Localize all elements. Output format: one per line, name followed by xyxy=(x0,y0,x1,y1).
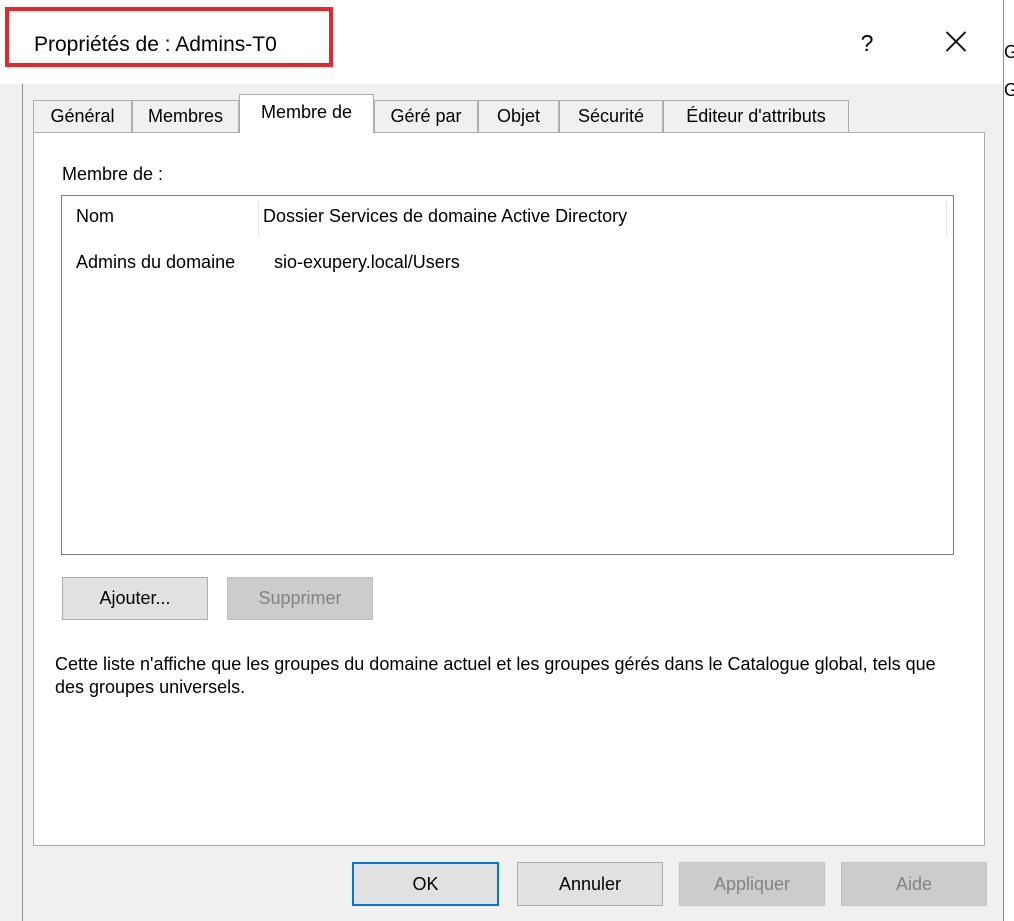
window-edge xyxy=(1003,0,1004,921)
column-separator[interactable] xyxy=(258,202,259,236)
tab-attribute-editor[interactable]: Éditeur d'attributs xyxy=(663,100,849,132)
info-text: Cette liste n'affiche que les groupes du… xyxy=(55,654,936,697)
column-header-name[interactable]: Nom xyxy=(76,206,114,227)
tab-members[interactable]: Membres xyxy=(132,100,239,132)
remove-button[interactable]: Supprimer xyxy=(227,577,373,620)
ok-button[interactable]: OK xyxy=(352,862,499,906)
member-of-label: Membre de : xyxy=(62,164,164,184)
title-bar: Propriétés de : Admins-T0 ? xyxy=(0,0,1004,84)
tab-general[interactable]: Général xyxy=(33,100,132,132)
dialog-left-border xyxy=(22,84,23,921)
cancel-button-label: Annuler xyxy=(558,874,622,894)
member-of-list[interactable]: Nom Dossier Services de domaine Active D… xyxy=(61,195,954,555)
cancel-button[interactable]: Annuler xyxy=(517,862,663,906)
apply-button-label: Appliquer xyxy=(713,874,791,894)
dialog-title: Propriétés de : Admins-T0 xyxy=(34,33,277,56)
help-button-label: Aide xyxy=(895,874,933,894)
add-button[interactable]: Ajouter... xyxy=(62,577,208,620)
background-window-text: G xyxy=(1004,80,1014,100)
member-of-panel: Membre de : Nom Dossier Services de doma… xyxy=(33,132,985,846)
close-icon[interactable] xyxy=(936,24,976,64)
tab-object[interactable]: Objet xyxy=(478,100,559,132)
background-window-text: G xyxy=(1004,42,1014,62)
column-header-folder[interactable]: Dossier Services de domaine Active Direc… xyxy=(263,206,627,227)
tab-security[interactable]: Sécurité xyxy=(559,100,663,132)
help-button[interactable]: Aide xyxy=(841,862,987,906)
column-separator[interactable] xyxy=(946,202,947,236)
row-folder: sio-exupery.local/Users xyxy=(274,252,460,272)
add-button-label: Ajouter... xyxy=(99,588,171,608)
row-name: Admins du domaine xyxy=(76,252,236,272)
tab-member-of[interactable]: Membre de xyxy=(239,94,374,133)
tab-managed-by[interactable]: Géré par xyxy=(374,100,478,132)
properties-dialog: Propriétés de : Admins-T0 ? Général Memb… xyxy=(0,0,1004,921)
apply-button[interactable]: Appliquer xyxy=(679,862,825,906)
help-icon[interactable]: ? xyxy=(856,30,878,57)
ok-button-label: OK xyxy=(412,874,439,894)
remove-button-label: Supprimer xyxy=(258,588,342,608)
